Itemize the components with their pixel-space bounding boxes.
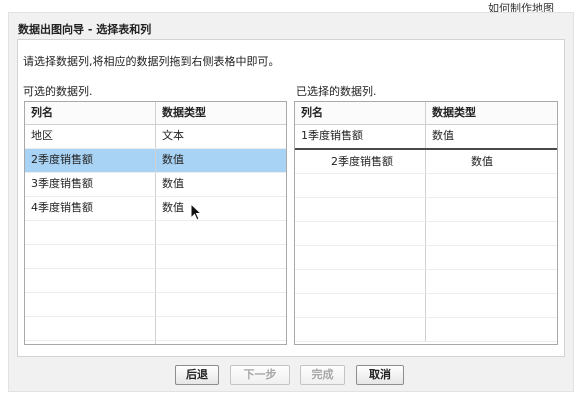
empty-cell — [426, 318, 557, 341]
available-columns-caption: 可选的数据列. — [23, 85, 93, 98]
back-button[interactable]: 后退 — [175, 365, 219, 385]
empty-cell — [25, 245, 156, 268]
row-type-cell: 数值 — [162, 177, 184, 190]
available-columns-grid[interactable]: 列名 数据类型 地区 文本 2季度销售额 数值 3季度销售额 数值 4季度销售额 — [24, 101, 287, 345]
grid-row-region[interactable]: 地区 文本 — [25, 125, 286, 149]
empty-cell — [295, 270, 426, 293]
empty-cell — [156, 269, 286, 292]
empty-row — [25, 341, 286, 344]
empty-cell — [25, 269, 156, 292]
row-type-cell: 数值 — [162, 153, 184, 166]
column-header-name[interactable]: 列名 — [295, 102, 426, 124]
empty-cell — [156, 341, 286, 344]
column-header-name[interactable]: 列名 — [25, 102, 156, 124]
row-type-cell: 数值 — [162, 201, 184, 214]
empty-cell — [295, 246, 426, 269]
grid-header: 列名 数据类型 — [25, 102, 286, 125]
empty-cell — [295, 294, 426, 317]
row-name-cell: 1季度销售额 — [295, 125, 426, 148]
row-name-cell: 地区 — [25, 125, 156, 148]
row-name-cell: 3季度销售额 — [25, 173, 156, 196]
empty-row — [295, 150, 557, 174]
empty-cell — [156, 293, 286, 316]
empty-cell — [25, 341, 156, 344]
row-type-cell: 数值 — [432, 129, 454, 142]
empty-cell — [426, 222, 557, 245]
empty-row — [25, 221, 286, 245]
empty-cell — [156, 317, 286, 340]
grid-row-q2-sales[interactable]: 2季度销售额 数值 — [25, 149, 286, 173]
column-header-type[interactable]: 数据类型 — [426, 102, 557, 124]
empty-row — [25, 245, 286, 269]
empty-cell — [156, 221, 286, 244]
wizard-title: 数据出图向导 - 选择表和列 — [18, 23, 152, 36]
empty-row — [295, 222, 557, 246]
empty-row — [295, 294, 557, 318]
finish-button[interactable]: 完成 — [300, 365, 345, 385]
empty-row — [25, 293, 286, 317]
column-header-type[interactable]: 数据类型 — [156, 102, 286, 124]
next-button[interactable]: 下一步 — [230, 365, 290, 385]
empty-cell — [295, 198, 426, 221]
wizard-button-bar: 后退 下一步 完成 取消 — [9, 359, 573, 389]
empty-cell — [426, 294, 557, 317]
data-map-wizard: 数据出图向导 - 选择表和列 请选择数据列,将相应的数据列拖到右侧表格中即可。 … — [8, 12, 574, 392]
empty-row — [25, 269, 286, 293]
cancel-button[interactable]: 取消 — [356, 365, 404, 385]
empty-row — [295, 270, 557, 294]
selected-columns-caption: 已选择的数据列. — [296, 85, 377, 98]
content-panel: 请选择数据列,将相应的数据列拖到右侧表格中即可。 可选的数据列. 已选择的数据列… — [17, 39, 565, 357]
empty-cell — [295, 318, 426, 341]
empty-cell — [295, 174, 426, 197]
instruction-text: 请选择数据列,将相应的数据列拖到右侧表格中即可。 — [23, 55, 280, 68]
empty-cell — [426, 246, 557, 269]
grid-row-q3-sales[interactable]: 3季度销售额 数值 — [25, 173, 286, 197]
grid-row-q1-sales[interactable]: 1季度销售额 数值 — [295, 125, 557, 150]
empty-row — [295, 318, 557, 342]
row-name-cell: 4季度销售额 — [25, 197, 156, 220]
empty-cell — [295, 222, 426, 245]
empty-cell — [426, 270, 557, 293]
selected-columns-grid[interactable]: 列名 数据类型 1季度销售额 数值 2季度销售额 数值 — [294, 101, 558, 345]
grid-header: 列名 数据类型 — [295, 102, 557, 125]
empty-cell — [426, 174, 557, 197]
empty-row — [295, 174, 557, 198]
empty-cell — [25, 293, 156, 316]
empty-cell — [25, 317, 156, 340]
empty-cell — [426, 198, 557, 221]
empty-row — [295, 246, 557, 270]
empty-cell — [156, 245, 286, 268]
grid-row-q4-sales[interactable]: 4季度销售额 数值 — [25, 197, 286, 221]
empty-cell — [25, 221, 156, 244]
empty-row — [295, 198, 557, 222]
empty-row — [25, 317, 286, 341]
empty-cell — [426, 150, 557, 173]
empty-cell — [295, 150, 426, 173]
row-type-cell: 文本 — [162, 129, 184, 142]
row-name-cell: 2季度销售额 — [25, 149, 156, 172]
page: 如何制作地图 数据出图向导 - 选择表和列 请选择数据列,将相应的数据列拖到右侧… — [0, 0, 580, 400]
